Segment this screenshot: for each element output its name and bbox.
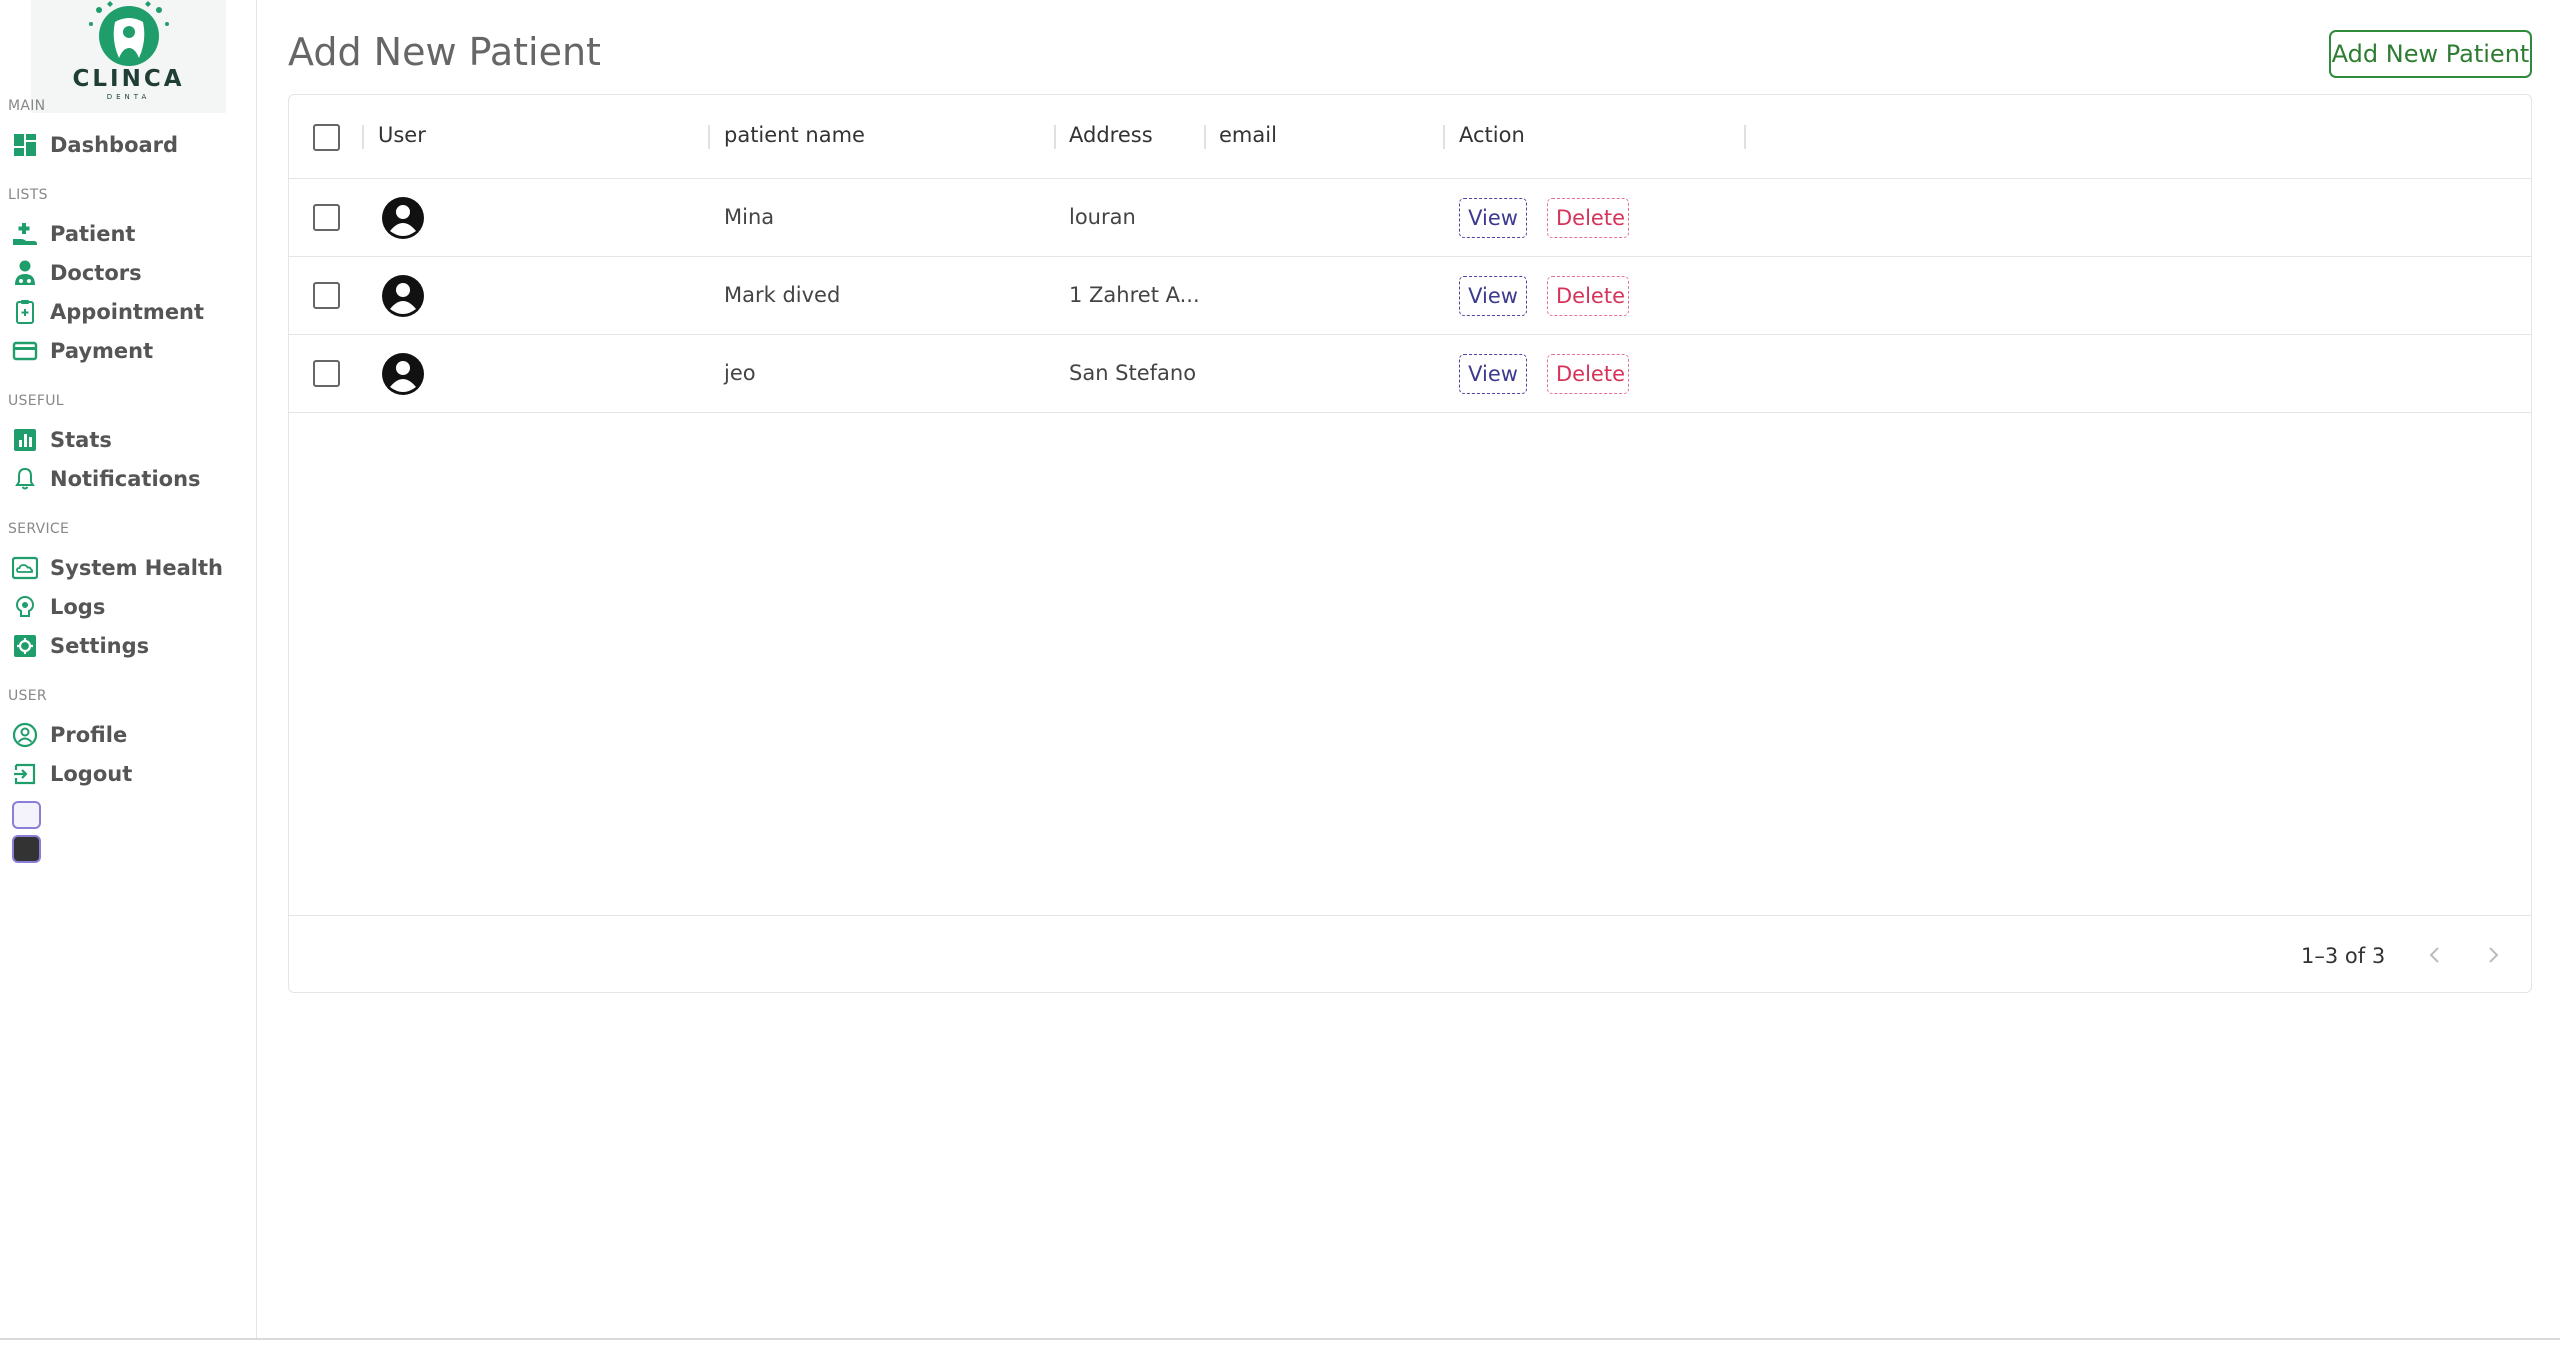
section-title-user: USER (8, 688, 47, 704)
view-button[interactable]: View (1459, 198, 1527, 238)
cloud-health-icon (12, 555, 38, 581)
table-row[interactable]: jeo San Stefano View Delete (289, 335, 2531, 413)
sidebar-item-stats[interactable]: Stats (12, 425, 112, 455)
app-root: CLINCA DENTA MAIN Dashboard LISTS Patien… (0, 0, 2560, 1347)
sidebar-item-label: Dashboard (50, 133, 179, 157)
delete-button[interactable]: Delete (1547, 354, 1629, 394)
next-page-button[interactable] (2478, 940, 2508, 970)
cell-address: louran (1069, 205, 1136, 229)
previous-page-button[interactable] (2420, 940, 2450, 970)
brain-icon (12, 594, 38, 620)
column-header-patient-name[interactable]: patient name (724, 123, 865, 147)
sidebar-item-label: Profile (50, 723, 128, 747)
sidebar-item-logs[interactable]: Logs (12, 592, 105, 622)
sidebar-item-label: Logout (50, 762, 133, 786)
section-title-service: SERVICE (8, 521, 70, 537)
sidebar-item-dashboard[interactable]: Dashboard (12, 130, 178, 160)
sidebar-item-settings[interactable]: Settings (12, 631, 149, 661)
sidebar-item-system-health[interactable]: System Health (12, 553, 223, 583)
brand-subtitle: DENTA (106, 93, 151, 101)
sidebar-item-label: Appointment (50, 300, 205, 324)
user-avatar-icon (382, 275, 424, 317)
sidebar-item-label: Doctors (50, 261, 142, 285)
light-theme-swatch[interactable] (12, 801, 41, 829)
add-new-patient-button[interactable]: Add New Patient (2329, 30, 2532, 78)
sidebar-item-payment[interactable]: Payment (12, 336, 153, 366)
section-title-useful: USEFUL (8, 393, 64, 409)
brand-name: CLINCA (72, 66, 185, 92)
column-header-email[interactable]: email (1219, 123, 1277, 147)
section-title-main: MAIN (8, 98, 46, 114)
sidebar-item-label: Patient (50, 222, 136, 246)
column-header-action[interactable]: Action (1459, 123, 1525, 147)
column-separator[interactable] (1204, 125, 1206, 149)
column-header-address[interactable]: Address (1069, 123, 1153, 147)
user-avatar-icon (382, 197, 424, 239)
row-checkbox[interactable] (313, 282, 340, 309)
column-separator[interactable] (362, 125, 364, 149)
sidebar-item-label: Stats (50, 428, 112, 452)
bell-icon (12, 466, 38, 492)
sidebar-item-doctors[interactable]: Doctors (12, 258, 142, 288)
bar-chart-icon (12, 427, 38, 453)
clipboard-icon (12, 299, 38, 325)
table-row[interactable]: Mark dived 1 Zahret A... View Delete (289, 257, 2531, 335)
cell-patient-name: jeo (724, 361, 756, 385)
sidebar-item-appointment[interactable]: Appointment (12, 297, 204, 327)
view-button[interactable]: View (1459, 276, 1527, 316)
sidebar-item-label: Logs (50, 595, 106, 619)
sidebar-item-label: Settings (50, 634, 150, 658)
cell-patient-name: Mark dived (724, 283, 841, 307)
cell-patient-name: Mina (724, 205, 775, 229)
sidebar-item-logout[interactable]: Logout (12, 759, 132, 789)
column-separator[interactable] (708, 125, 710, 149)
doctor-icon (12, 260, 38, 286)
tooth-logo-icon (88, 1, 169, 66)
page-title: Add New Patient (288, 30, 601, 74)
row-checkbox[interactable] (313, 360, 340, 387)
chevron-left-icon (2429, 947, 2439, 963)
sidebar-item-profile[interactable]: Profile (12, 720, 127, 750)
table-footer: 1–3 of 3 (289, 915, 2531, 994)
column-separator[interactable] (1054, 125, 1056, 149)
section-title-lists: LISTS (8, 187, 48, 203)
profile-icon (12, 722, 38, 748)
select-all-checkbox[interactable] (313, 124, 340, 151)
sidebar-item-label: System Health (50, 556, 223, 580)
delete-button[interactable]: Delete (1547, 198, 1629, 238)
user-avatar-icon (382, 353, 424, 395)
column-separator[interactable] (1443, 125, 1445, 149)
bottom-divider (0, 1338, 2560, 1340)
table-row[interactable]: Mina louran View Delete (289, 179, 2531, 257)
patient-icon (12, 221, 38, 247)
dashboard-icon (12, 132, 38, 158)
cell-address: San Stefano (1069, 361, 1197, 385)
table-header: User patient name Address email Action (289, 95, 2531, 179)
settings-icon (12, 633, 38, 659)
pagination-range: 1–3 of 3 (2301, 944, 2386, 968)
dark-theme-swatch[interactable] (12, 835, 41, 863)
sidebar-item-label: Notifications (50, 467, 201, 491)
view-button[interactable]: View (1459, 354, 1527, 394)
brand-logo[interactable]: CLINCA DENTA (31, 0, 226, 113)
sidebar-item-notifications[interactable]: Notifications (12, 464, 201, 494)
cell-address: 1 Zahret A... (1069, 283, 1200, 307)
credit-card-icon (12, 338, 38, 364)
chevron-right-icon (2489, 947, 2499, 963)
row-checkbox[interactable] (313, 204, 340, 231)
logout-icon (12, 761, 38, 787)
sidebar-item-label: Payment (50, 339, 154, 363)
sidebar-item-patient[interactable]: Patient (12, 219, 135, 249)
column-separator[interactable] (1744, 125, 1746, 149)
delete-button[interactable]: Delete (1547, 276, 1629, 316)
patient-data-grid: User patient name Address email Action M… (288, 94, 2532, 993)
sidebar: CLINCA DENTA MAIN Dashboard LISTS Patien… (0, 0, 257, 1338)
column-header-user[interactable]: User (378, 123, 426, 147)
